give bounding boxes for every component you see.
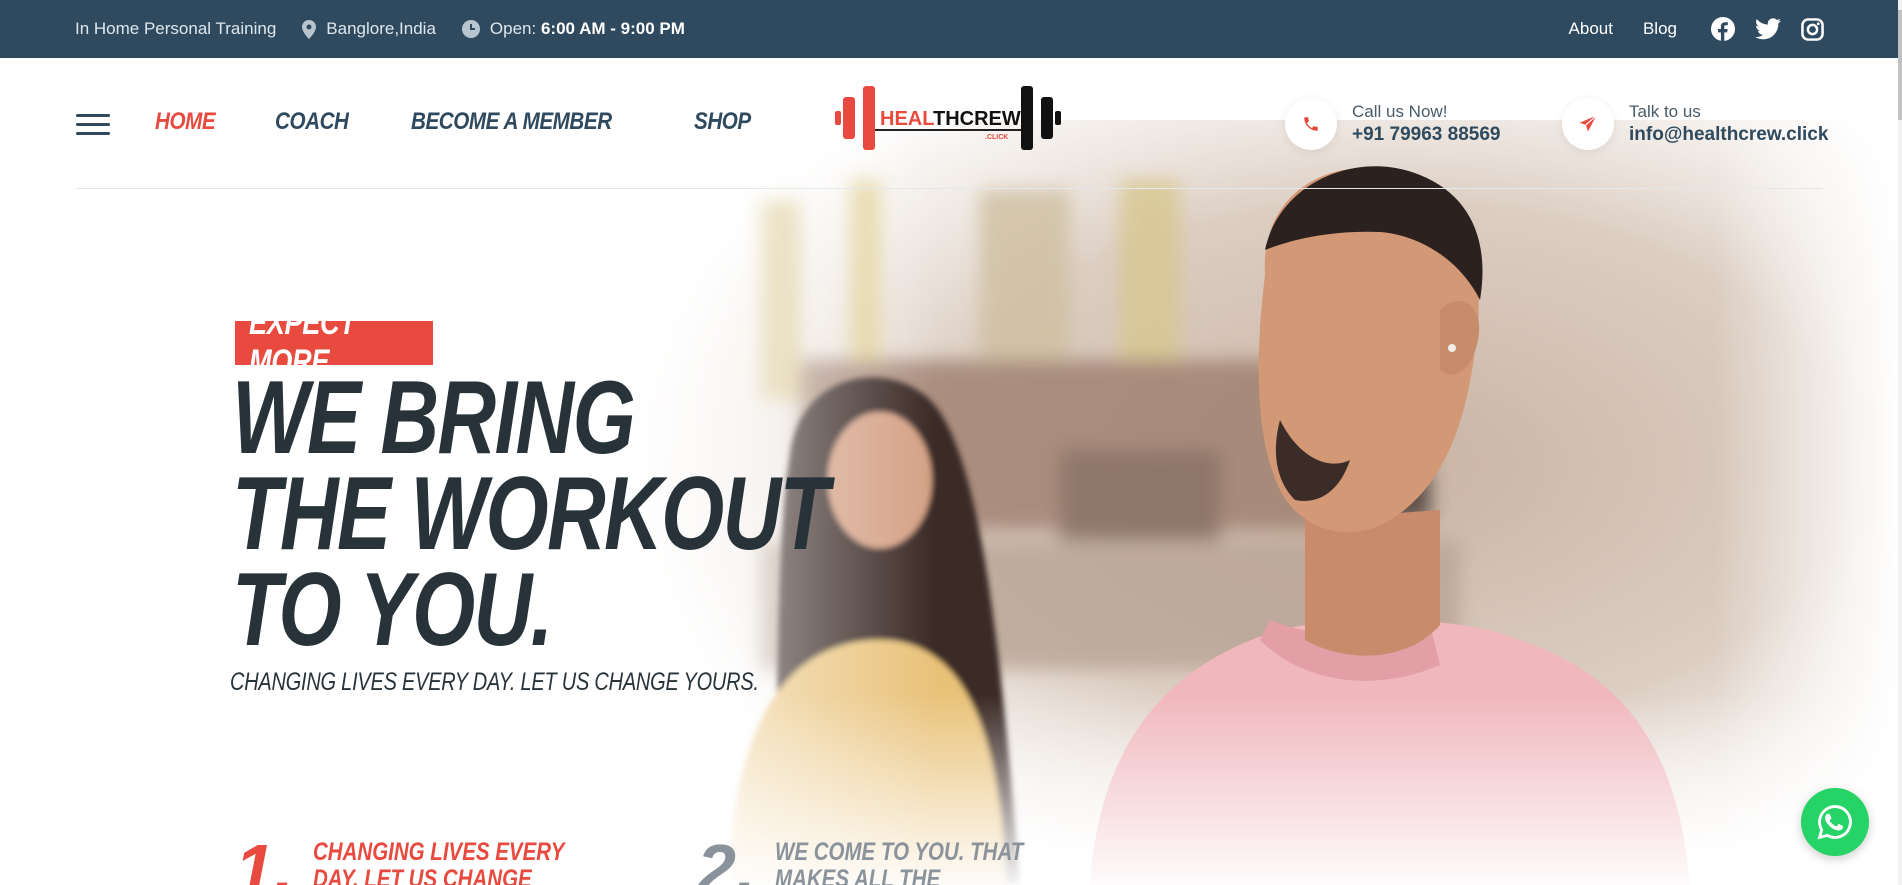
menu-hamburger-icon[interactable] bbox=[76, 114, 110, 136]
main-nav: HOME COACH BECOME A MEMBER SHOP bbox=[155, 108, 760, 136]
blog-link[interactable]: Blog bbox=[1643, 19, 1677, 39]
email-label: Talk to us bbox=[1629, 102, 1701, 121]
location-pin-icon bbox=[302, 19, 317, 39]
send-icon bbox=[1562, 98, 1614, 150]
hours-label: Open: bbox=[489, 19, 537, 38]
location-info: Banglore,India bbox=[302, 19, 436, 39]
phone-contact[interactable]: Call us Now! +91 79963 88569 bbox=[1285, 98, 1500, 150]
feature-text: CHANGING LIVES EVERY DAY. LET US CHANGE … bbox=[313, 838, 564, 885]
nav-coach[interactable]: COACH bbox=[275, 108, 349, 136]
clock-icon bbox=[461, 20, 480, 38]
social-links bbox=[1711, 17, 1824, 41]
top-bar: In Home Personal Training Banglore,India… bbox=[0, 0, 1902, 58]
header-divider bbox=[75, 188, 1823, 189]
email-address[interactable]: info@healthcrew.click bbox=[1629, 124, 1828, 146]
scrollbar-thumb[interactable] bbox=[1898, 10, 1902, 120]
phone-number[interactable]: +91 79963 88569 bbox=[1352, 124, 1500, 146]
headline-line-3: TO YOU. bbox=[232, 552, 553, 668]
feature-text: WE COME TO YOU. THAT MAKES ALL THE DIFFE… bbox=[775, 838, 1024, 885]
nav-shop[interactable]: SHOP bbox=[694, 108, 751, 136]
service-text: In Home Personal Training bbox=[75, 19, 276, 39]
hero-headline: WE BRING THE WORKOUT TO YOU. bbox=[232, 360, 996, 668]
feature-number: 1. bbox=[235, 830, 294, 885]
headline-line-2: THE WORKOUT bbox=[232, 456, 829, 572]
twitter-icon[interactable] bbox=[1755, 18, 1781, 40]
hero-tag: EXPECT MORE bbox=[235, 304, 433, 381]
service-label: In Home Personal Training bbox=[75, 19, 277, 38]
headline-line-1: WE BRING bbox=[232, 360, 636, 476]
main-header: HOME COACH BECOME A MEMBER SHOP HEAL THC… bbox=[0, 58, 1902, 188]
location-label: Banglore,India bbox=[326, 19, 436, 38]
hours-value: 6:00 AM - 9:00 PM bbox=[540, 19, 685, 38]
whatsapp-icon bbox=[1817, 805, 1852, 840]
logo-text-red: HEAL bbox=[880, 108, 934, 130]
phone-label: Call us Now! bbox=[1352, 102, 1448, 121]
nav-home[interactable]: HOME bbox=[155, 108, 216, 136]
logo-text-dark: THCREW bbox=[933, 108, 1021, 130]
site-logo[interactable]: HEAL THCREW .CLICK bbox=[835, 83, 1061, 153]
email-contact[interactable]: Talk to us info@healthcrew.click bbox=[1562, 98, 1828, 150]
page-scrollbar[interactable] bbox=[1898, 0, 1902, 885]
phone-icon bbox=[1285, 98, 1337, 150]
about-link[interactable]: About bbox=[1569, 19, 1613, 39]
instagram-icon[interactable] bbox=[1801, 17, 1824, 41]
hero-subline: CHANGING LIVES EVERY DAY. LET US CHANGE … bbox=[230, 668, 759, 696]
feature-number: 2. bbox=[697, 830, 756, 885]
hours-info: Open: 6:00 AM - 9:00 PM bbox=[461, 19, 685, 39]
logo-suffix: .CLICK bbox=[985, 134, 1008, 141]
facebook-icon[interactable] bbox=[1711, 17, 1735, 41]
whatsapp-button[interactable] bbox=[1801, 788, 1869, 856]
nav-become-a-member[interactable]: BECOME A MEMBER bbox=[411, 108, 612, 136]
